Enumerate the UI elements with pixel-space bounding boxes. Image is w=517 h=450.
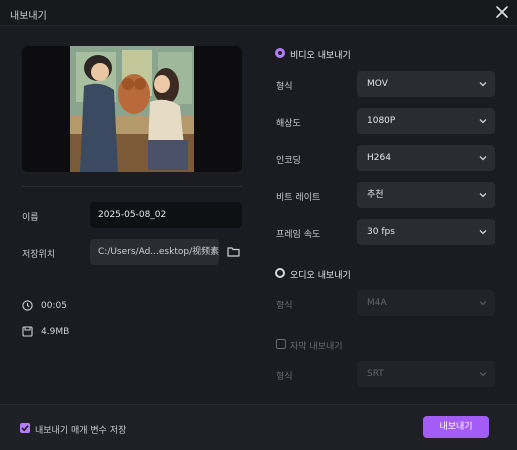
folder-icon[interactable] — [227, 246, 240, 257]
audio-export-radio[interactable] — [275, 268, 285, 278]
chevron-down-icon — [479, 156, 487, 161]
format-value: MOV — [367, 79, 388, 89]
encoding-value: H264 — [367, 153, 391, 163]
resolution-label: 해상도 — [276, 119, 301, 129]
size-text: 4.9MB — [41, 327, 70, 337]
save-params-checkbox[interactable] — [20, 423, 30, 433]
preview-thumbnail — [70, 46, 194, 172]
file-size-icon — [22, 326, 33, 337]
title-bar: 내보내기 — [0, 0, 517, 26]
export-button[interactable]: 내보내기 — [423, 416, 489, 438]
subtitle-format-label: 형식 — [276, 372, 293, 382]
resolution-select[interactable]: 1080P — [357, 108, 495, 134]
save-params-label: 내보내기 매개 변수 저장 — [35, 426, 127, 436]
format-label: 형식 — [276, 82, 293, 92]
location-path[interactable]: C:/Users/Ad...esktop/视频素材 — [90, 239, 219, 265]
name-label: 이름 — [22, 213, 39, 223]
subtitle-format-value: SRT — [367, 369, 384, 379]
encoding-select[interactable]: H264 — [357, 145, 495, 171]
framerate-value: 30 fps — [367, 227, 395, 237]
chevron-down-icon — [479, 82, 487, 87]
clock-icon — [22, 300, 33, 311]
chevron-down-icon — [479, 230, 487, 235]
chevron-down-icon — [479, 193, 487, 198]
close-icon[interactable] — [495, 5, 509, 19]
audio-format-label: 형식 — [276, 301, 293, 311]
video-export-radio[interactable] — [275, 48, 285, 58]
duration-text: 00:05 — [41, 301, 67, 311]
bitrate-value: 추천 — [367, 190, 384, 200]
subtitle-export-title: 자막 내보내기 — [290, 342, 343, 352]
video-export-title: 비디오 내보내기 — [290, 51, 351, 61]
encoding-label: 인코딩 — [276, 156, 301, 166]
bitrate-select[interactable]: 추천 — [357, 182, 495, 208]
resolution-value: 1080P — [367, 116, 396, 126]
subtitle-format-select: SRT — [357, 361, 495, 387]
check-icon — [21, 425, 29, 432]
bitrate-label: 비트 레이트 — [276, 193, 321, 203]
chevron-down-icon — [479, 301, 487, 306]
divider — [22, 186, 242, 187]
framerate-select[interactable]: 30 fps — [357, 219, 495, 245]
format-select[interactable]: MOV — [357, 71, 495, 97]
location-label: 저장위치 — [22, 250, 56, 260]
chevron-down-icon — [479, 372, 487, 377]
window-title: 내보내기 — [10, 11, 47, 22]
audio-format-select: M4A — [357, 290, 495, 316]
chevron-down-icon — [479, 119, 487, 124]
subtitle-export-checkbox[interactable] — [276, 339, 286, 349]
name-input[interactable]: 2025-05-08_02 — [90, 202, 242, 228]
video-preview — [22, 46, 242, 172]
framerate-label: 프레임 속도 — [276, 230, 321, 240]
audio-format-value: M4A — [367, 298, 387, 308]
audio-export-title: 오디오 내보내기 — [290, 271, 351, 281]
